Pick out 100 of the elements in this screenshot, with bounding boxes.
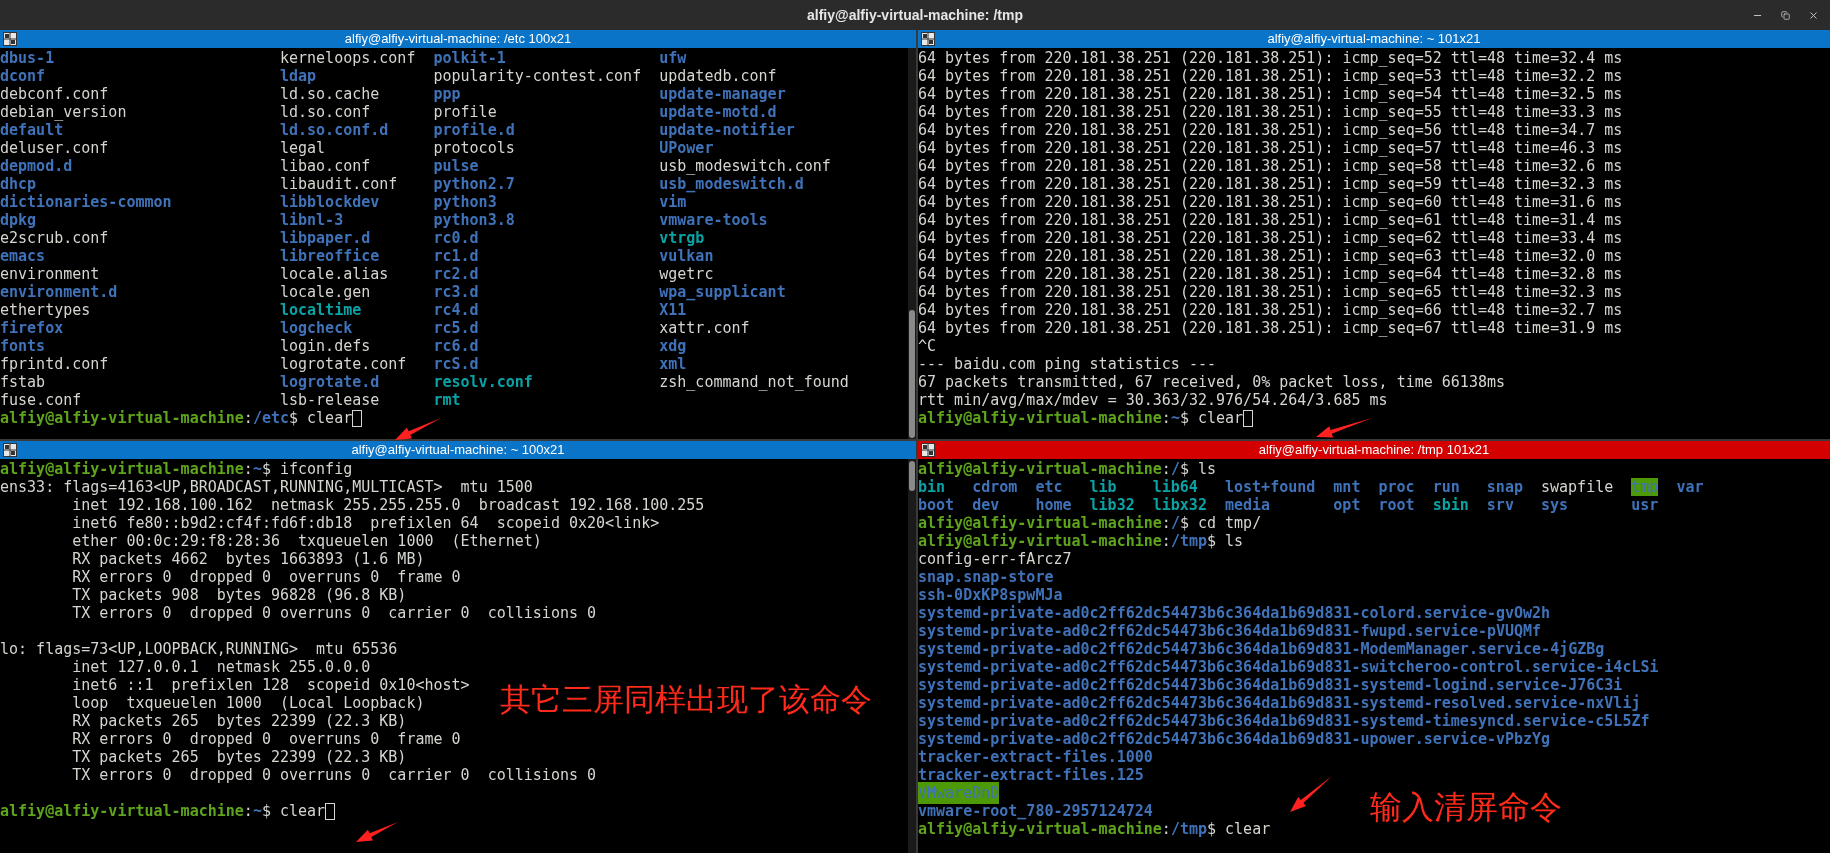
file-name: tmp (1631, 477, 1659, 496)
file-name: polkit-1 (433, 48, 506, 67)
annotation-arrow (356, 822, 398, 842)
restore-button[interactable] (1778, 8, 1792, 22)
pane-header[interactable]: alfiy@alfiy-virtual-machine: /etc 100x21 (0, 30, 916, 48)
file-name: sbin (1432, 495, 1469, 514)
grid-icon[interactable] (3, 443, 17, 457)
file-name: sys (1541, 495, 1569, 514)
file-name: proc (1378, 477, 1415, 496)
annotation-text: 输入清屏命令 (1370, 789, 1562, 825)
file-name: deluser.conf (0, 138, 109, 157)
file-name: kerneloops.conf (279, 48, 416, 67)
pane-header[interactable]: alfiy@alfiy-virtual-machine: ~ 100x21 (0, 441, 916, 459)
scrollbar[interactable] (908, 459, 916, 853)
file-name: etc (1035, 477, 1063, 496)
grid-icon[interactable] (921, 32, 935, 46)
file-name: locale.gen (279, 282, 371, 301)
file-name: dictionaries-common (0, 192, 172, 211)
file-name: UPower (659, 138, 714, 157)
file-name: var (1676, 477, 1704, 496)
output-line: 64 bytes from 220.181.38.251 (220.181.38.251): icmp_seq=55 ttl=48 time=33.3 ms (918, 102, 1623, 123)
output-line: 64 bytes from 220.181.38.251 (220.181.38.251): icmp_seq=52 ttl=48 time=32.4 ms (918, 47, 1623, 69)
grid-icon[interactable] (3, 32, 17, 46)
file-name: updatedb.conf (659, 66, 777, 85)
scrollbar[interactable] (908, 48, 916, 439)
file-name: update-manager (659, 84, 786, 103)
file-name: depmod.d (0, 156, 73, 175)
prompt-line: alfiy@alfiy-virtual-machine:~$ clear (0, 800, 326, 822)
output-line: 64 bytes from 220.181.38.251 (220.181.38.251): icmp_seq=66 ttl=48 time=32.7 ms (918, 300, 1623, 321)
output-line: loop txqueuelen 1000 (Local Loopback) (71, 693, 425, 714)
output-line: TX packets 908 bytes 96828 (96.8 KB) (71, 585, 407, 606)
file-name: opt (1333, 495, 1361, 514)
output-line: 64 bytes from 220.181.38.251 (220.181.38.251): icmp_seq=63 ttl=48 time=32.0 ms (918, 246, 1623, 267)
file-name: default (0, 120, 64, 139)
file-name: rc1.d (433, 246, 479, 265)
file-name: rc5.d (433, 318, 479, 337)
pane-header[interactable]: alfiy@alfiy-virtual-machine: /tmp 101x21 (918, 441, 1830, 459)
file-name: libao.conf (279, 156, 371, 175)
file-name: debconf.conf (0, 84, 109, 103)
file-name: cdrom (972, 477, 1018, 496)
file-name: boot (918, 495, 955, 514)
file-name: environment.d (0, 282, 118, 301)
output-line: 64 bytes from 220.181.38.251 (220.181.38.251): icmp_seq=62 ttl=48 time=33.4 ms (918, 228, 1623, 249)
file-name: mnt (1333, 477, 1361, 496)
output-line: TX errors 0 dropped 0 overruns 0 carrier 0 collisions 0 (71, 603, 597, 624)
file-name: wpa_supplicant (659, 282, 786, 301)
file-name: libpaper.d (279, 228, 371, 247)
file-name: popularity-contest.conf (433, 66, 642, 85)
output-line: 64 bytes from 220.181.38.251 (220.181.38.251): icmp_seq=56 ttl=48 time=34.7 ms (918, 120, 1623, 141)
file-name: python3.8 (433, 210, 515, 229)
output-line: ether 00:0c:29:f8:28:36 txqueuelen 1000 (Ethernet) (71, 531, 542, 552)
file-name: login.defs (279, 336, 371, 355)
file-name: debian_version (0, 102, 127, 121)
close-icon (1807, 9, 1819, 21)
output-line: TX packets 265 bytes 22399 (22.3 KB) (71, 747, 407, 768)
pane-header[interactable]: alfiy@alfiy-virtual-machine: ~ 101x21 (918, 30, 1830, 48)
grid-icon[interactable] (921, 443, 935, 457)
file-name: rc6.d (433, 336, 479, 355)
file-name: lib64 (1152, 477, 1198, 496)
output-line: 64 bytes from 220.181.38.251 (220.181.38.251): icmp_seq=59 ttl=48 time=32.3 ms (918, 174, 1623, 195)
file-name: profile.d (433, 120, 515, 139)
file-name: lsb-release (279, 390, 380, 409)
file-name: environment (0, 264, 100, 283)
file-name: home (1035, 495, 1072, 514)
file-name: logrotate.conf (279, 354, 407, 373)
file-name: snap.snap-store (918, 567, 1054, 588)
file-name: ldap (279, 66, 317, 85)
file-name: libaudit.conf (279, 174, 398, 193)
file-name: ld.so.cache (279, 84, 380, 103)
output-line: 67 packets transmitted, 67 received, 0% packet loss, time 66138ms (918, 372, 1505, 393)
output-line: 64 bytes from 220.181.38.251 (220.181.38.251): icmp_seq=53 ttl=48 time=32.2 ms (918, 66, 1623, 87)
file-name: logcheck (279, 318, 353, 337)
file-name: update-notifier (659, 120, 795, 139)
file-name: fprintd.conf (0, 354, 109, 373)
file-name: ufw (659, 48, 687, 67)
file-name: systemd-private-ad0c2ff62dc54473b6c364da1b69d831-systemd-logind.service-J76C3i (918, 675, 1623, 694)
output-line: 64 bytes from 220.181.38.251 (220.181.38.251): icmp_seq=54 ttl=48 time=32.5 ms (918, 84, 1623, 105)
file-name: systemd-private-ad0c2ff62dc54473b6c364da1b69d831-fwupd.service-pVUQMf (918, 621, 1542, 640)
file-name: ethertypes (0, 300, 91, 319)
prompt-line: alfiy@alfiy-virtual-machine:/$ cd tmp/ (918, 512, 1262, 533)
file-name: resolv.conf (433, 372, 533, 391)
output-line: 64 bytes from 220.181.38.251 (220.181.38.251): icmp_seq=58 ttl=48 time=32.6 ms (918, 156, 1623, 177)
file-name: snap (1486, 477, 1523, 496)
pane-title: alfiy@alfiy-virtual-machine: /tmp 101x21 (1258, 442, 1490, 458)
file-name: usr (1631, 495, 1659, 514)
file-name: run (1432, 477, 1460, 496)
file-name: profile (433, 102, 497, 121)
output-line: 64 bytes from 220.181.38.251 (220.181.38.251): icmp_seq=61 ttl=48 time=31.4 ms (918, 210, 1623, 231)
prompt-line: alfiy@alfiy-virtual-machine:/tmp$ ls (918, 531, 1244, 552)
file-name: systemd-private-ad0c2ff62dc54473b6c364da1b69d831-systemd-resolved.service-nxVlij (918, 693, 1641, 713)
file-name: ssh-0DxKP8spwMJa (918, 585, 1063, 605)
prompt-line: alfiy@alfiy-virtual-machine:/$ ls (918, 458, 1217, 479)
file-name: localtime (279, 300, 362, 319)
file-name: vulkan (659, 246, 714, 265)
file-name: xdg (659, 336, 687, 355)
file-name: media (1225, 495, 1271, 514)
file-name: rc4.d (433, 300, 479, 319)
file-name: rmt (433, 390, 461, 409)
file-name: systemd-private-ad0c2ff62dc54473b6c364da1b69d831-switcheroo-control.service-i4cLSi (918, 657, 1659, 677)
file-name: ppp (433, 84, 461, 103)
